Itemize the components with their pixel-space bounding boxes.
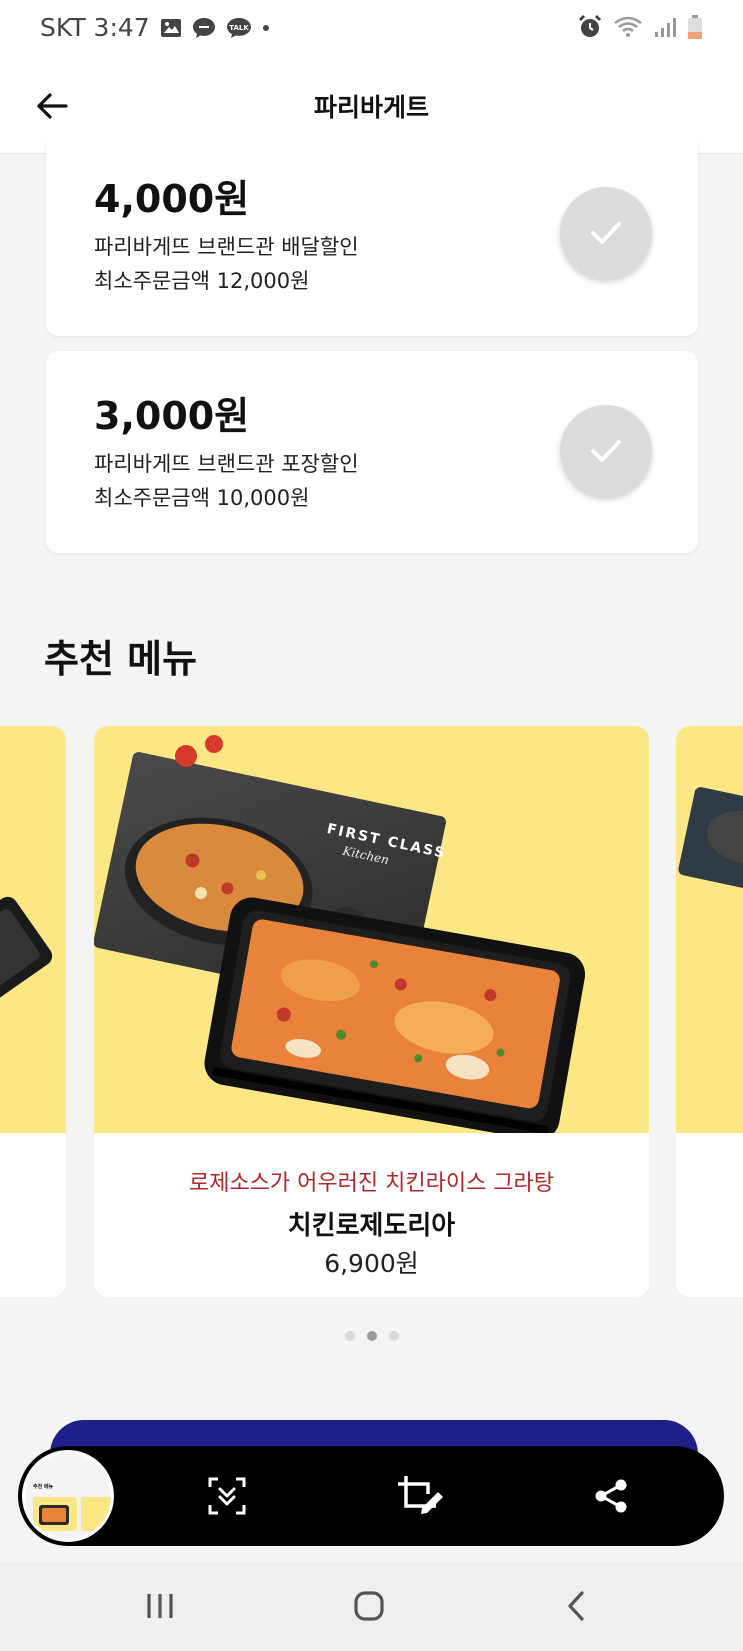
share-icon [595,1479,627,1513]
status-bar: SKT 3:47 TALK [0,0,743,58]
check-icon [591,222,621,244]
menu-price: 6,900원 [324,1249,419,1278]
message-bubble-icon [192,17,216,39]
coupon-download-button[interactable] [560,405,652,497]
scroll-capture-button[interactable] [202,1471,252,1521]
pager-dot[interactable] [344,1331,355,1341]
coupon-title: 파리바게뜨 브랜드관 배달할인 [94,235,359,259]
screenshot-toolbar: 추천 메뉴 [18,1446,724,1546]
screenshot-thumbnail[interactable]: 추천 메뉴 [22,1450,114,1542]
menu-name: 치킨로제도리아 [287,1211,456,1241]
menu-subtitle: 로제소스가 어우러진 치킨라이스 그라탕 [188,1171,555,1196]
wifi-icon [613,15,643,39]
back-icon [568,1591,584,1621]
coupon-card[interactable]: 3,000원 파리바게뜨 브랜드관 포장할인 최소주문금액 10,000원 [46,351,698,553]
battery-icon [687,14,703,40]
coupon-download-button[interactable] [560,187,652,279]
pager-dot[interactable] [388,1331,399,1341]
menu-card-previous[interactable] [0,726,66,1297]
scroll-capture-icon [208,1477,246,1515]
carousel-pager [0,1331,743,1341]
section-title-recommended: 추천 메뉴 [44,637,198,681]
signal-icon [653,16,677,38]
coupon-min-order: 최소주문금액 12,000원 [94,269,310,293]
status-right [577,14,703,40]
coupon-description: 파리바게뜨 브랜드관 배달할인 최소주문금액 12,000원 [94,230,359,298]
menu-card-image [0,726,66,1133]
alarm-icon [577,14,603,40]
crop-edit-icon [398,1476,443,1514]
coupon-amount: 3,000원 [94,394,250,438]
thumbnail-title: 추천 메뉴 [33,1484,54,1490]
thumbnail-food [39,1505,69,1525]
nav-back-button[interactable] [546,1580,606,1632]
coupon-min-order: 최소주문금액 10,000원 [94,486,310,510]
thumbnail-card [81,1497,111,1531]
home-button[interactable] [339,1580,399,1632]
gallery-icon [160,18,182,38]
coupon-card[interactable]: 4,000원 파리바게뜨 브랜드관 배달할인 최소주문금액 12,000원 [46,140,698,336]
home-icon [354,1591,384,1621]
svg-text:TALK: TALK [229,24,249,32]
recent-apps-icon [147,1594,173,1618]
share-button[interactable] [586,1471,636,1521]
status-left: SKT 3:47 TALK [40,13,270,42]
carrier-time: SKT 3:47 [40,13,150,42]
menu-card-info: 로제소스가 어우러진 치킨라이스 그라탕 치킨로제도리아 6,900원 [94,1133,649,1297]
dot-icon [262,24,270,32]
coupon-title: 파리바게뜨 브랜드관 포장할인 [94,452,359,476]
check-icon [591,440,621,462]
menu-card-image: FIRST CLASS Kitchen [94,726,649,1141]
menu-card-next[interactable] [676,726,743,1297]
thumbnail-preview: 추천 메뉴 [25,1453,111,1539]
recent-apps-button[interactable] [130,1580,190,1632]
crop-edit-button[interactable] [396,1471,446,1521]
coupon-amount: 4,000원 [94,177,250,221]
pager-dot-active[interactable] [366,1331,377,1341]
talk-icon: TALK [226,17,252,39]
page-title: 파리바게트 [313,93,429,122]
menu-card[interactable]: FIRST CLASS Kitchen 로제소스가 어우러진 치킨라이스 그라탕 [94,726,649,1297]
system-navbar [0,1562,743,1651]
coupon-description: 파리바게뜨 브랜드관 포장할인 최소주문금액 10,000원 [94,447,359,515]
menu-card-image [676,726,743,1133]
